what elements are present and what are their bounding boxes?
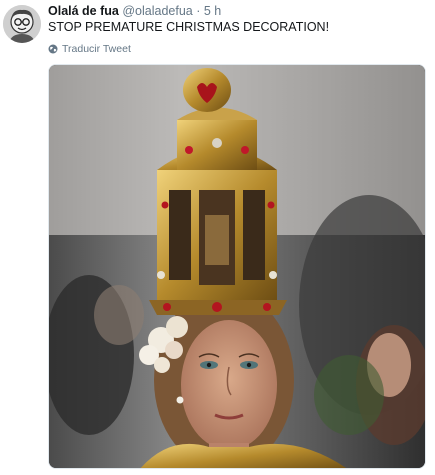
tweet-timestamp[interactable]: 5 h <box>204 4 221 18</box>
tweet-header: Olalá de fua @olaladefua · 5 h <box>48 4 221 19</box>
tweet-text: STOP PREMATURE CHRISTMAS DECORATION! <box>48 20 330 34</box>
avatar-caricature-icon <box>3 5 41 43</box>
user-handle[interactable]: @olaladefua <box>122 4 192 18</box>
photo-woman-crown-headdress <box>49 65 425 468</box>
translate-tweet-link[interactable]: Traducir Tweet <box>48 42 131 56</box>
tweet-photo[interactable] <box>48 64 426 469</box>
translate-label: Traducir Tweet <box>62 43 131 55</box>
tweet-card: Olalá de fua @olaladefua · 5 h STOP PREM… <box>0 0 435 475</box>
display-name[interactable]: Olalá de fua <box>48 4 119 18</box>
globe-icon <box>48 44 58 54</box>
user-avatar[interactable] <box>3 5 41 43</box>
header-separator: · <box>196 4 201 18</box>
